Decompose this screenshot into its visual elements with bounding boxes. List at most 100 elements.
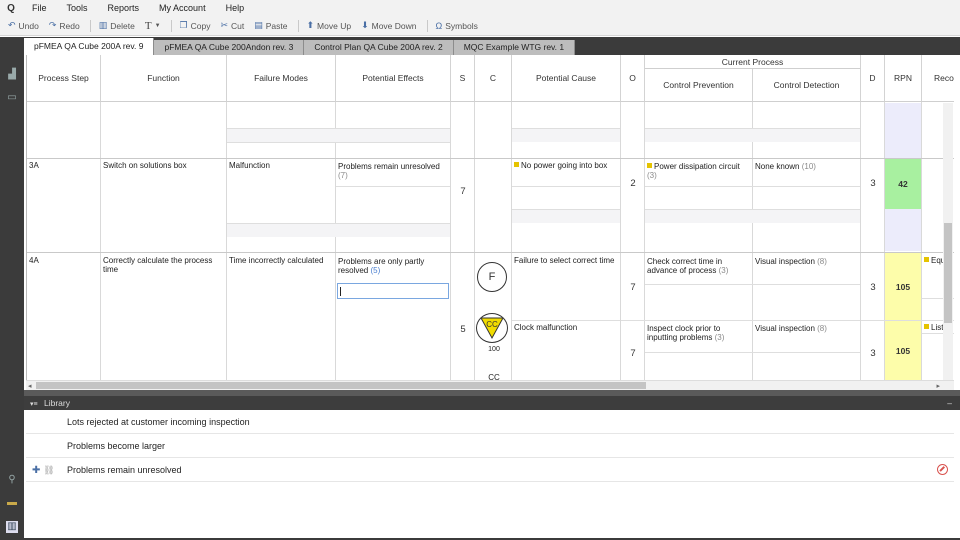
header-class[interactable]: C [475,55,512,102]
library-item[interactable]: Problems become larger [26,434,954,458]
row-3a-step[interactable]: 3A [29,161,39,170]
row-4a-occurrence-1[interactable]: 7 [621,282,645,293]
cc-value: 100 [488,346,500,353]
row-4a-severity[interactable]: 5 [451,324,475,335]
scissors-icon: ✂ [220,20,228,30]
row-4a-cause-2[interactable]: Clock malfunction [514,323,618,332]
trash-icon: ▥ [98,20,108,30]
header-failure-modes[interactable]: Failure Modes [227,55,336,102]
tab-pfmea-qa-cube-rev9[interactable]: pFMEA QA Cube 200A rev. 9 [24,38,155,55]
link-icon[interactable]: ⚲ [6,474,18,486]
folder-icon[interactable]: ▬ [6,497,18,509]
cc-symbol[interactable]: CC [476,313,508,343]
row-4a-detection-2[interactable]: Visual inspection (8) [755,324,859,333]
row-4a-rpn-2[interactable]: 105 [885,321,921,380]
arrow-down-icon: ⬇ [361,20,369,30]
row-3a-d[interactable]: 3 [861,178,885,189]
row-4a-failure-mode[interactable]: Time incorrectly calculated [229,256,333,265]
header-rpn[interactable]: RPN [885,55,922,102]
menu-reports[interactable]: Reports [98,3,150,13]
scroll-left-icon[interactable]: ◂ [28,382,32,390]
paste-button[interactable]: ▤ Paste [254,20,287,31]
minimize-icon[interactable]: – [947,396,952,410]
row-3a-prevention[interactable]: Power dissipation circuit (3) [647,162,751,180]
paste-icon: ▤ [254,20,263,30]
row-4a-function[interactable]: Correctly calculate the process time [103,256,227,274]
header-detection[interactable]: D [861,55,885,102]
header-function[interactable]: Function [101,55,227,102]
row-4a-cause-1[interactable]: Failure to select correct time [514,256,618,265]
row-3a-failure-mode[interactable]: Malfunction [229,161,333,170]
header-potential-effects[interactable]: Potential Effects [336,55,451,102]
grid-horizontal-scrollbar[interactable]: ◂ ▸ [26,380,954,390]
row-4a-d-1[interactable]: 3 [861,282,885,293]
tab-control-plan[interactable]: Control Plan QA Cube 200A rev. 2 [304,40,454,55]
row-4a-occurrence-2[interactable]: 7 [621,348,645,359]
library-collapse-icon[interactable]: ▾≡ [30,401,38,408]
library-item-actions: ✚ ⛓ [32,458,55,483]
header-severity[interactable]: S [451,55,475,102]
row-4a-step[interactable]: 4A [29,256,39,265]
class-symbol-f[interactable]: F [477,262,507,292]
header-recommended[interactable]: Recon [922,55,954,102]
toolbar: ↶ Undo ↷ Redo ▥ Delete T ▼ ❐ Copy ✂ Cut ▤ Paste… [0,16,960,36]
row-3a-effect[interactable]: Problems remain unresolved (7) [338,162,450,180]
effect-edit-input[interactable] [337,283,449,299]
remove-icon[interactable] [937,464,948,475]
row-3a-detection[interactable]: None known (10) [755,162,859,171]
library-item[interactable]: ✚ ⛓ Problems remain unresolved [26,458,954,482]
row-3a-severity[interactable]: 7 [451,186,475,197]
delete-button[interactable]: ▥ Delete [99,20,135,31]
menu-file[interactable]: File [22,3,57,13]
row-3a-cause[interactable]: No power going into box [514,161,618,170]
row-4a-effect[interactable]: Problems are only partly resolved (5) [338,257,438,275]
toolbar-separator [170,19,172,32]
chart-icon[interactable]: ▟ [6,69,18,81]
menu-help[interactable]: Help [216,3,255,13]
header-control-detection[interactable]: Control Detection [753,69,861,102]
link-item-icon[interactable]: ⛓ [43,465,54,475]
document-icon[interactable]: ▭ [6,92,18,104]
undo-button[interactable]: ↶ Undo [8,20,39,31]
library-item[interactable]: Lots rejected at customer incoming inspe… [26,410,954,434]
fmea-grid: Process Step Function Failure Modes Pote… [26,55,954,380]
move-down-button[interactable]: ⬇ Move Down [361,20,416,31]
marker-icon [647,163,652,168]
marker-icon [924,257,929,262]
row-4a-detection-1[interactable]: Visual inspection (8) [755,257,859,266]
header-process-step[interactable]: Process Step [27,55,101,102]
toolbar-separator [89,19,91,32]
copy-icon: ❐ [179,20,188,30]
text-format-button[interactable]: T ▼ [145,20,161,32]
row-4a-rpn-1[interactable]: 105 [885,253,921,321]
row-3a-occurrence[interactable]: 2 [621,178,645,189]
chevron-down-icon: ▼ [154,22,161,29]
row-4a-prevention-2[interactable]: Inspect clock prior to inputting problem… [647,324,751,342]
book-icon[interactable]: ▥ [6,521,18,533]
menu-my-account[interactable]: My Account [149,3,216,13]
tab-mqc-example[interactable]: MQC Example WTG rev. 1 [453,40,576,55]
redo-button[interactable]: ↷ Redo [49,20,80,31]
cc-label: CC [488,373,500,380]
copy-button[interactable]: ❐ Copy [180,20,211,31]
row-4a-rec-2[interactable]: List [924,323,943,332]
scroll-right-icon[interactable]: ▸ [936,382,940,390]
grid-vertical-scrollbar[interactable] [943,103,953,380]
menu-tools[interactable]: Tools [57,3,98,13]
add-icon[interactable]: ✚ [32,465,40,476]
header-potential-cause[interactable]: Potential Cause [512,55,621,102]
tab-pfmea-qa-cube-andon[interactable]: pFMEA QA Cube 200Andon rev. 3 [154,40,305,55]
row-3a-rpn[interactable]: 42 [885,159,921,209]
header-control-prevention[interactable]: Control Prevention [645,69,753,102]
symbols-button[interactable]: Ω Symbols [436,21,478,31]
header-occurrence[interactable]: O [621,55,645,102]
horizontal-scroll-thumb[interactable] [36,382,646,389]
row-4a-d-2[interactable]: 3 [861,348,885,359]
toolbar-separator [426,19,428,32]
cut-button[interactable]: ✂ Cut [220,20,244,31]
move-up-button[interactable]: ⬆ Move Up [307,20,352,31]
row-3a-function[interactable]: Switch on solutions box [103,161,223,170]
row-4a-prevention-1[interactable]: Check correct time in advance of process… [647,257,751,275]
omega-icon: Ω [435,20,443,31]
vertical-scroll-thumb[interactable] [944,223,952,323]
